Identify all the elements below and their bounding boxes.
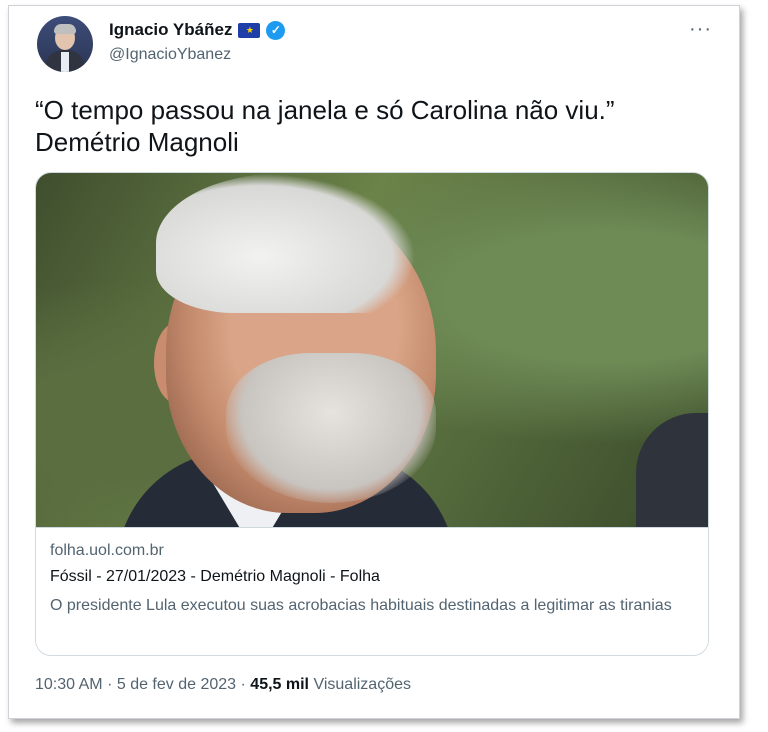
tweet-text-line: “O tempo passou na janela e só Carolina … xyxy=(35,95,615,125)
link-preview-card[interactable]: folha.uol.com.br Fóssil - 27/01/2023 - D… xyxy=(35,172,709,656)
tweet-card: Ignacio Ybáñez ★ ✓ @IgnacioYbanez ··· “O… xyxy=(8,5,740,719)
views-label: Visualizações xyxy=(313,676,411,693)
link-preview-meta[interactable]: folha.uol.com.br Fóssil - 27/01/2023 - D… xyxy=(36,527,708,655)
tweet-text: “O tempo passou na janela e só Carolina … xyxy=(35,94,725,158)
author-name[interactable]: Ignacio Ybáñez xyxy=(109,20,232,40)
tweet-text-line: Demétrio Magnoli xyxy=(35,127,239,157)
link-description: O presidente Lula executou suas acrobaci… xyxy=(50,597,672,614)
link-title: Fóssil - 27/01/2023 - Demétrio Magnoli -… xyxy=(50,568,380,585)
views-count: 45,5 mil xyxy=(250,676,309,693)
author-row: Ignacio Ybáñez ★ ✓ xyxy=(109,20,286,40)
link-preview-image[interactable] xyxy=(36,173,708,527)
avatar[interactable] xyxy=(37,16,93,72)
author-handle[interactable]: @IgnacioYbanez xyxy=(109,46,231,64)
tweet-date[interactable]: 5 de fev de 2023 xyxy=(117,676,236,693)
eu-flag-icon: ★ xyxy=(238,22,261,38)
verified-badge-icon: ✓ xyxy=(266,20,286,40)
separator: · xyxy=(240,676,246,693)
separator: · xyxy=(107,676,113,693)
tweet-footer: 10:30 AM · 5 de fev de 2023 · 45,5 mil V… xyxy=(35,676,411,694)
link-domain: folha.uol.com.br xyxy=(50,542,164,559)
tweet-time[interactable]: 10:30 AM xyxy=(35,676,103,693)
more-options-icon[interactable]: ··· xyxy=(689,18,712,41)
